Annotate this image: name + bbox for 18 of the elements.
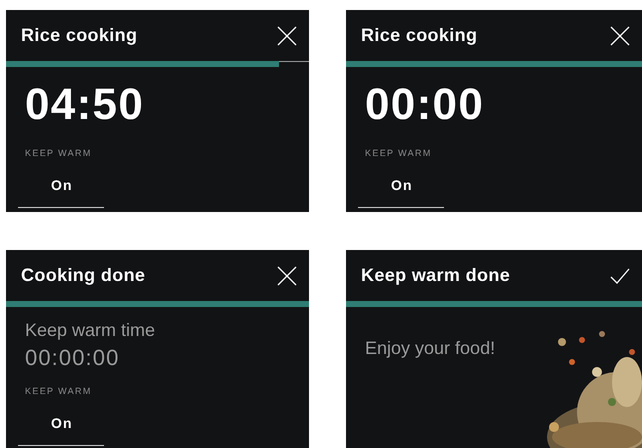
message-text: Enjoy your food! xyxy=(364,337,496,360)
setting-value[interactable]: On xyxy=(18,412,104,446)
panel-title: Keep warm done xyxy=(361,264,510,287)
setting-value[interactable]: On xyxy=(358,174,444,208)
setting-value[interactable]: On xyxy=(18,174,104,208)
setting-label: KEEP WARM xyxy=(24,385,93,398)
timer-display: 00:00 xyxy=(364,79,486,127)
setting-label: KEEP WARM xyxy=(24,147,93,160)
panel-title: Cooking done xyxy=(21,264,146,287)
close-icon[interactable] xyxy=(277,26,297,46)
keep-warm-time: 00:00:00 xyxy=(24,344,120,371)
keep-warm-label: Keep warm time xyxy=(24,319,156,342)
panel-title: Rice cooking xyxy=(21,24,138,47)
setting-label: KEEP WARM xyxy=(364,147,433,160)
close-icon[interactable] xyxy=(277,266,297,286)
close-icon[interactable] xyxy=(610,26,630,46)
panel-title: Rice cooking xyxy=(361,24,478,47)
timer-display: 04:50 xyxy=(24,79,146,127)
